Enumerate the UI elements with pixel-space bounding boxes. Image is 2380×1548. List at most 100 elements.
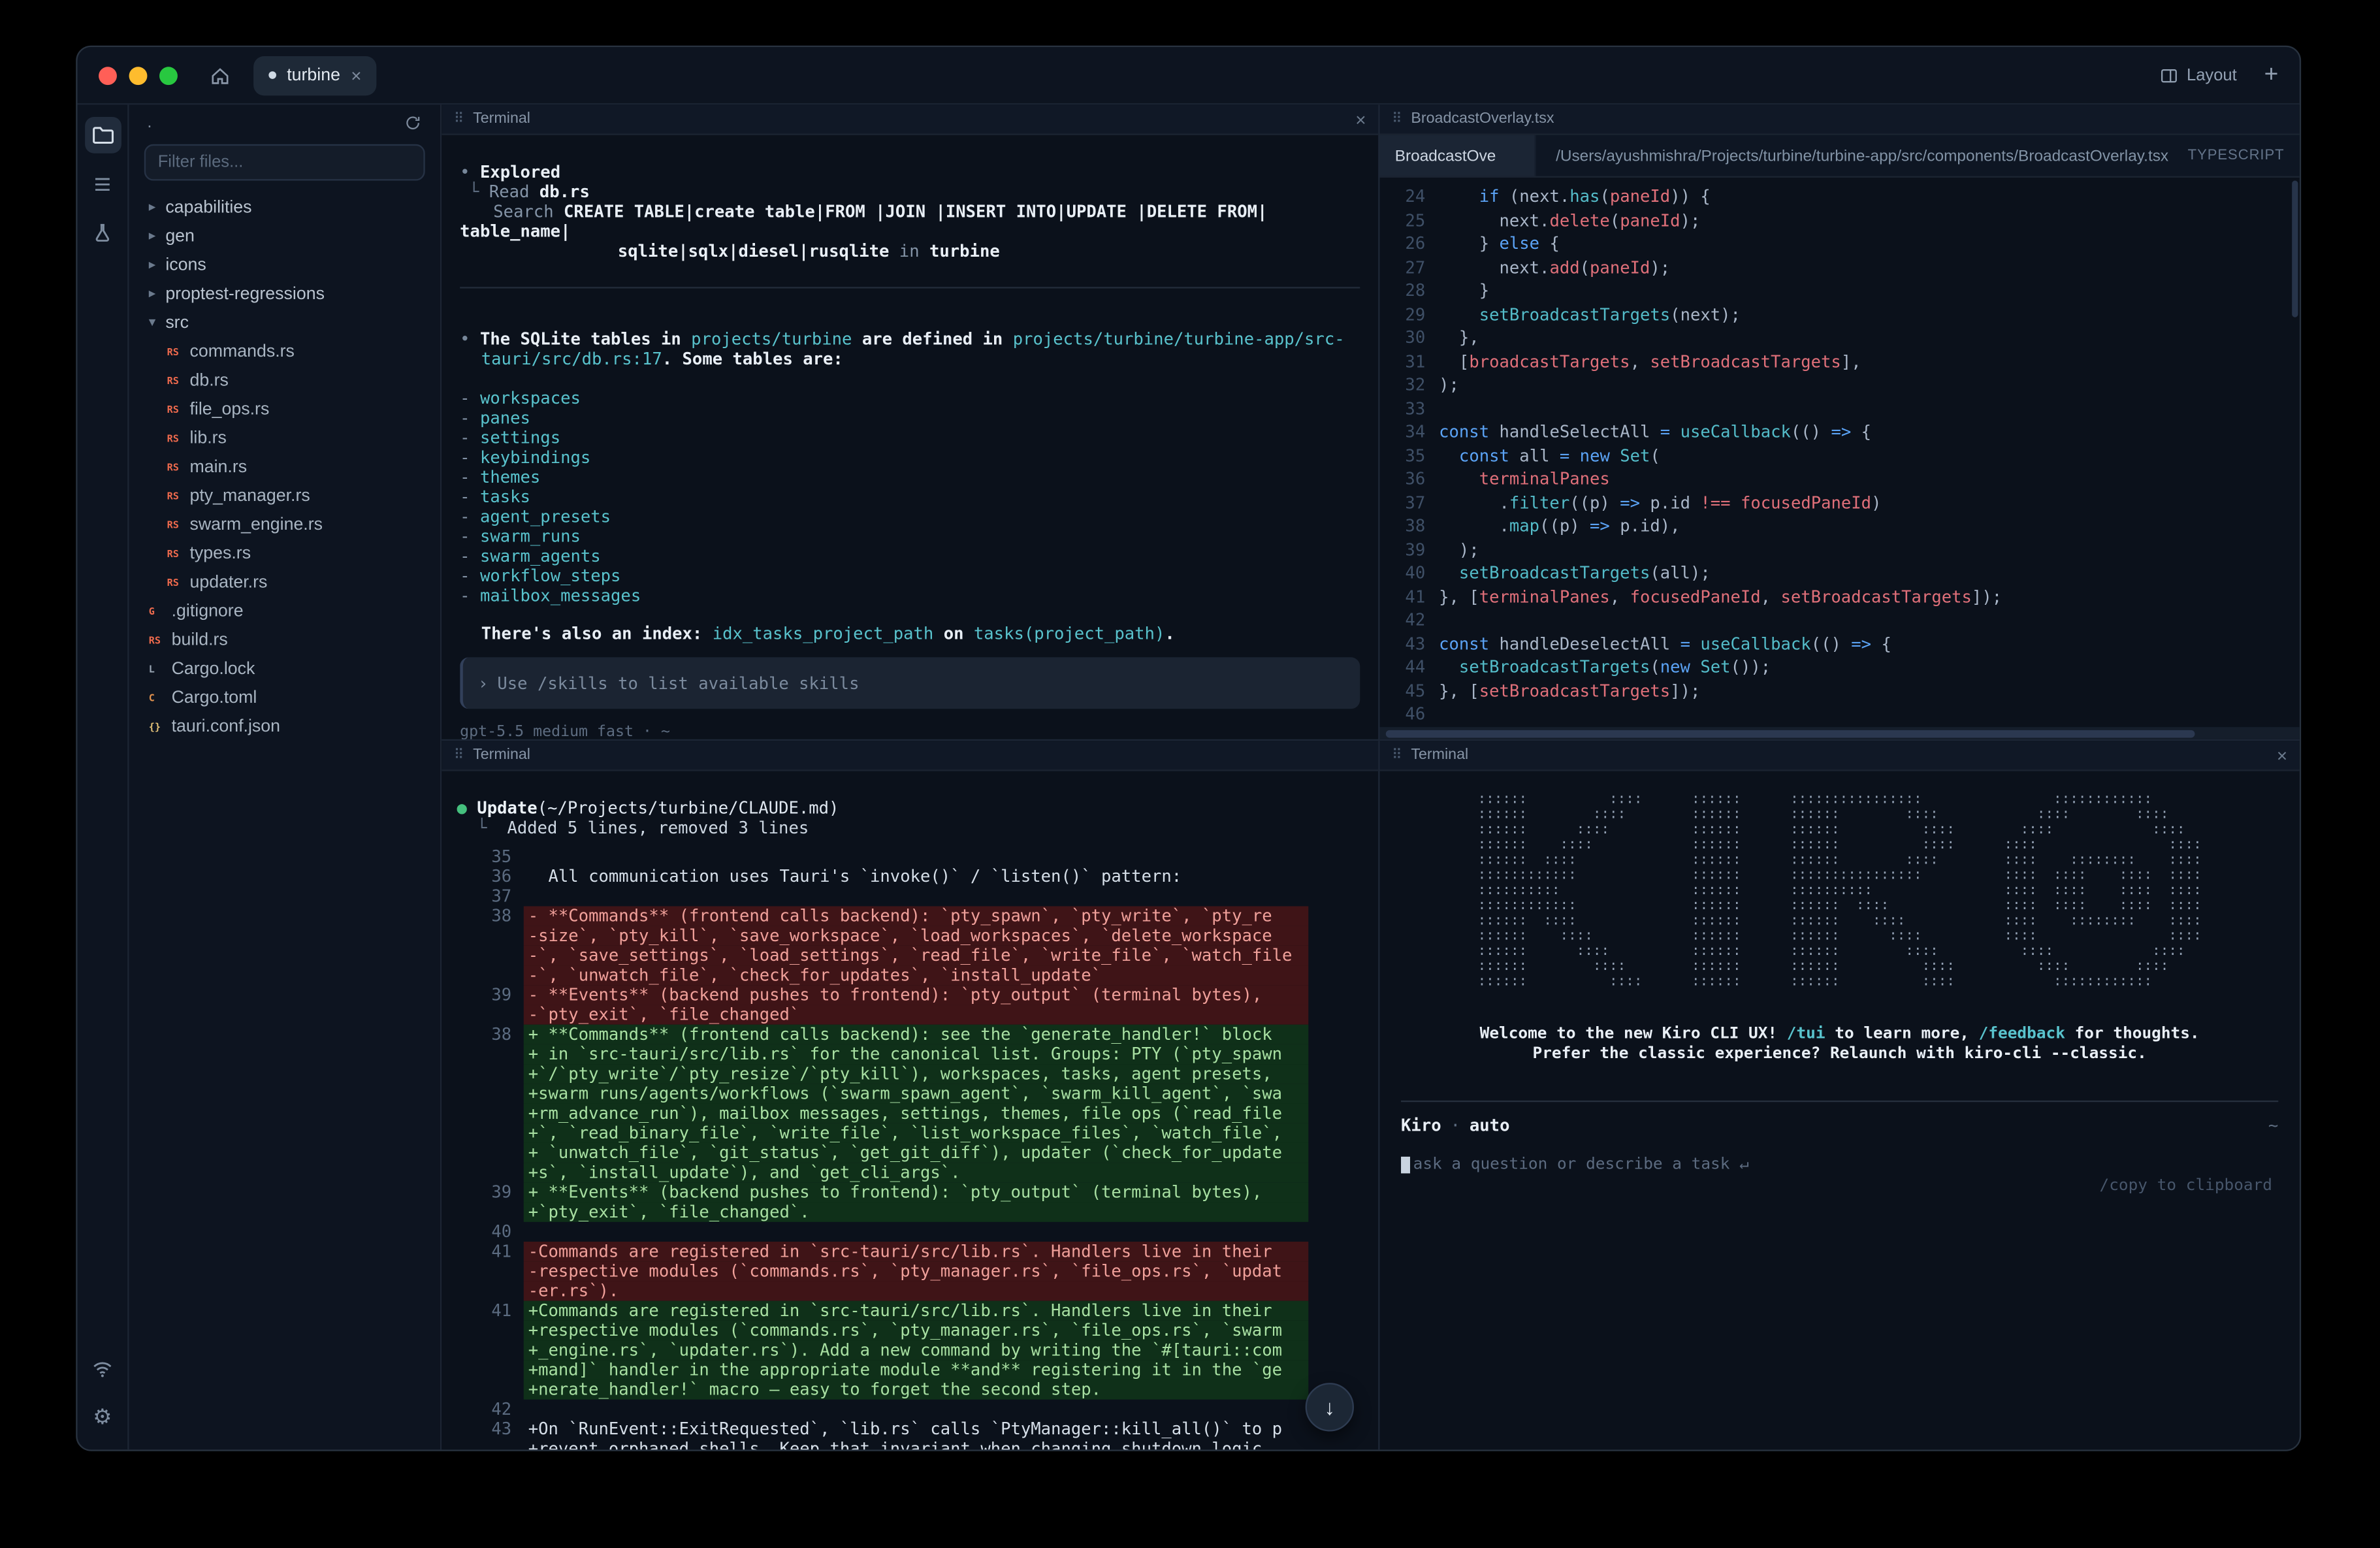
folder-icon	[90, 123, 114, 147]
close-window-button[interactable]	[99, 66, 117, 84]
close-pane-icon[interactable]: ×	[1355, 110, 1366, 128]
editor-tab[interactable]: BroadcastOve	[1379, 135, 1536, 176]
pane-header[interactable]: ⠿ Terminal ×	[1379, 741, 2299, 771]
drag-handle-icon[interactable]: ⠿	[1392, 111, 1402, 128]
kiro-input-field[interactable]: ask a question or describe a task ↵	[1401, 1155, 2278, 1174]
tab-turbine[interactable]: turbine ×	[253, 56, 377, 95]
close-pane-icon[interactable]: ×	[2277, 746, 2287, 764]
tree-item-commands.rs[interactable]: RScommands.rs	[129, 337, 440, 366]
kiro-divider	[1401, 1101, 2278, 1102]
file-type-icon: RS	[167, 374, 185, 387]
tree-item-Cargo.lock[interactable]: LCargo.lock	[129, 654, 440, 683]
kiro-terminal[interactable]: :::::: :::: :::::: :::::::::::::::: ::::…	[1379, 771, 2299, 1195]
tree-item-swarm_engine.rs[interactable]: RSswarm_engine.rs	[129, 510, 440, 539]
drag-handle-icon[interactable]: ⠿	[454, 111, 464, 128]
terminal-input-box[interactable]: › Use /skills to list available skills	[460, 657, 1360, 709]
filter-files-input[interactable]	[144, 144, 425, 181]
terminal-divider	[460, 287, 1360, 288]
diff-line: 40	[457, 1222, 1379, 1242]
layout-button[interactable]: Layout	[2159, 66, 2237, 84]
code-line: 30 },	[1379, 327, 2299, 350]
editor-tabstrip: BroadcastOve /Users/ayushmishra/Projects…	[1379, 135, 2299, 178]
pane-header[interactable]: ⠿ BroadcastOverlay.tsx	[1379, 105, 2299, 135]
tree-item-tauri.conf.json[interactable]: {}tauri.conf.json	[129, 712, 440, 741]
tree-item-capabilities[interactable]: ▸capabilities	[129, 193, 440, 221]
tree-item-lib.rs[interactable]: RSlib.rs	[129, 423, 440, 452]
elbow-icon: └	[477, 818, 487, 838]
flask-icon	[91, 221, 114, 244]
chevron-right-icon: ▸	[149, 285, 166, 302]
code-line: 37 .filter((p) => p.id !== focusedPaneId…	[1379, 491, 2299, 515]
tree-item-build.rs[interactable]: RSbuild.rs	[129, 625, 440, 654]
kiro-agent-name: Kiro	[1401, 1116, 1441, 1135]
kiro-mode-label[interactable]: auto	[1470, 1116, 1510, 1135]
tree-item-Cargo.toml[interactable]: CCargo.toml	[129, 683, 440, 712]
chevron-right-icon: ▸	[149, 228, 166, 245]
drag-handle-icon[interactable]: ⠿	[1392, 747, 1402, 764]
bullet-icon: •	[460, 163, 470, 182]
tree-item-main.rs[interactable]: RSmain.rs	[129, 453, 440, 481]
table-list-item: - themes	[460, 468, 1360, 487]
diff-line: +`pty_exit`, `file_changed`.	[457, 1202, 1379, 1222]
home-button[interactable]	[202, 57, 238, 93]
tree-item-db.rs[interactable]: RSdb.rs	[129, 366, 440, 395]
code-line: 38 .map((p) => p.id),	[1379, 515, 2299, 538]
diff-line: -er.rs`).	[457, 1281, 1379, 1300]
language-badge: TYPESCRIPT	[2172, 135, 2299, 176]
settings-rail-button[interactable]: ⚙	[84, 1398, 121, 1434]
diff-line: 43+On `RunEvent::ExitRequested`, `lib.rs…	[457, 1419, 1379, 1439]
code-line: 40 setBroadcastTargets(all);	[1379, 562, 2299, 585]
diff-title: ● Update(~/Projects/turbine/CLAUDE.md)	[457, 798, 1379, 818]
minimize-window-button[interactable]	[129, 66, 148, 84]
code-line: 26 } else {	[1379, 233, 2299, 256]
diff-line: +s`, `install_update`), and `get_cli_arg…	[457, 1163, 1379, 1182]
new-tab-button[interactable]: +	[2264, 63, 2279, 87]
arrow-down-icon: ↓	[1325, 1395, 1335, 1419]
pane-grid: ⠿ Terminal × • Explored └ Read db.rsSear…	[442, 105, 2300, 1449]
tree-item-.gitignore[interactable]: G.gitignore	[129, 596, 440, 625]
code-editor[interactable]: 24 if (next.has(paneId)) {25 next.delete…	[1379, 178, 2299, 726]
tree-item-proptest-regressions[interactable]: ▸proptest-regressions	[129, 280, 440, 308]
tree-item-updater.rs[interactable]: RSupdater.rs	[129, 568, 440, 596]
scrollbar-thumb[interactable]	[1386, 730, 2195, 737]
diff-line: + in `src-tauri/src/lib.rs` for the cano…	[457, 1044, 1379, 1064]
table-list-item: - panes	[460, 408, 1360, 428]
tree-item-file_ops.rs[interactable]: RSfile_ops.rs	[129, 395, 440, 423]
diff-line: +`, `read_binary_file`, `write_file`, `l…	[457, 1123, 1379, 1143]
tree-item-src[interactable]: ▾src	[129, 308, 440, 337]
horizontal-scrollbar[interactable]	[1379, 727, 2299, 739]
tables-list: - workspaces- panes- settings- keybindin…	[460, 389, 1360, 605]
tree-item-types.rs[interactable]: RStypes.rs	[129, 539, 440, 568]
tree-item-gen[interactable]: ▸gen	[129, 221, 440, 250]
pane-header[interactable]: ⠿ Terminal	[442, 741, 1378, 771]
file-type-icon: L	[149, 662, 167, 675]
code-line: 45}, [setBroadcastTargets]);	[1379, 679, 2299, 703]
diff-line: 37	[457, 886, 1379, 906]
code-line: 24 if (next.has(paneId)) {	[1379, 185, 2299, 209]
zoom-window-button[interactable]	[159, 66, 178, 84]
code-line: 28 }	[1379, 280, 2299, 303]
diff-output[interactable]: ● Update(~/Projects/turbine/CLAUDE.md) └…	[442, 771, 1378, 1450]
file-type-icon: RS	[167, 489, 185, 502]
pane-header[interactable]: ⠿ Terminal ×	[442, 105, 1378, 135]
file-explorer: . ▸capabilities▸gen▸icons▸proptest-regre…	[129, 105, 442, 1449]
diff-line: 38- **Commands** (frontend calls backend…	[457, 906, 1379, 926]
tab-modified-dot	[268, 71, 276, 79]
tree-item-icons[interactable]: ▸icons	[129, 250, 440, 279]
scroll-to-bottom-button[interactable]: ↓	[1306, 1383, 1354, 1431]
tab-close-icon[interactable]: ×	[351, 66, 361, 84]
terminal-output[interactable]: • Explored └ Read db.rsSearch CREATE TAB…	[442, 135, 1378, 741]
drag-handle-icon[interactable]: ⠿	[454, 747, 464, 764]
code-line: 33	[1379, 397, 2299, 421]
copy-to-clipboard-hint[interactable]: /copy to clipboard	[1401, 1176, 2278, 1195]
refresh-icon[interactable]	[404, 114, 422, 132]
table-list-item: - mailbox_messages	[460, 586, 1360, 605]
file-type-icon: RS	[167, 547, 185, 560]
experiments-rail-button[interactable]	[84, 214, 121, 251]
tree-item-pty_manager.rs[interactable]: RSpty_manager.rs	[129, 481, 440, 510]
layout-label: Layout	[2187, 66, 2237, 84]
files-rail-button[interactable]	[84, 117, 121, 153]
vertical-scrollbar[interactable]	[2292, 181, 2298, 317]
tasks-rail-button[interactable]	[84, 165, 121, 202]
network-rail-button[interactable]	[84, 1349, 121, 1386]
